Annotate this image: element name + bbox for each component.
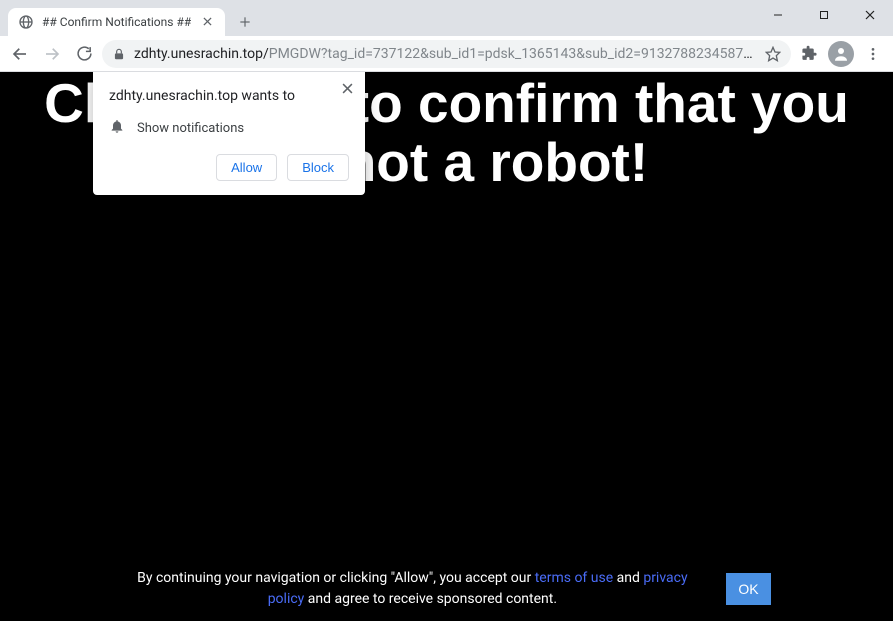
notification-origin: zdhty.unesrachin.top wants to xyxy=(109,88,349,104)
profile-avatar[interactable] xyxy=(827,40,855,68)
menu-icon[interactable] xyxy=(859,40,887,68)
address-bar[interactable]: zdhty.unesrachin.top/PMGDW?tag_id=737122… xyxy=(102,40,791,68)
url-path: PMGDW?tag_id=737122&sub_id1=pdsk_1365143… xyxy=(269,46,757,62)
url-text: zdhty.unesrachin.top/PMGDW?tag_id=737122… xyxy=(134,46,757,62)
reload-button[interactable] xyxy=(70,40,98,68)
tab-title: ## Confirm Notifications ## xyxy=(42,15,191,29)
consent-prefix: By continuing your navigation or clickin… xyxy=(137,570,535,586)
consent-footer: By continuing your navigation or clickin… xyxy=(0,568,893,609)
maximize-button[interactable] xyxy=(801,0,847,30)
notification-prompt-text: Show notifications xyxy=(137,121,244,136)
back-button[interactable] xyxy=(6,40,34,68)
minimize-button[interactable] xyxy=(755,0,801,30)
star-icon[interactable] xyxy=(765,46,781,62)
block-button[interactable]: Block xyxy=(287,154,349,181)
forward-button[interactable] xyxy=(38,40,66,68)
page-content: Click Allow to confirm that you are not … xyxy=(0,72,893,621)
new-tab-button[interactable] xyxy=(231,8,259,36)
terms-link[interactable]: terms of use xyxy=(535,570,613,586)
close-icon[interactable] xyxy=(337,78,357,98)
extensions-icon[interactable] xyxy=(795,40,823,68)
window-controls xyxy=(755,0,893,30)
globe-icon xyxy=(18,14,34,30)
browser-toolbar: zdhty.unesrachin.top/PMGDW?tag_id=737122… xyxy=(0,36,893,72)
notification-permission-prompt: zdhty.unesrachin.top wants to Show notif… xyxy=(93,72,365,195)
bell-icon xyxy=(109,118,125,138)
consent-text: By continuing your navigation or clickin… xyxy=(122,568,702,609)
ok-button[interactable]: OK xyxy=(726,573,770,605)
lock-icon xyxy=(112,47,126,61)
close-window-button[interactable] xyxy=(847,0,893,30)
browser-tab[interactable]: ## Confirm Notifications ## xyxy=(8,8,225,36)
url-host: zdhty.unesrachin.top/ xyxy=(134,46,269,62)
consent-and: and xyxy=(613,570,643,586)
consent-suffix: and agree to receive sponsored content. xyxy=(304,591,557,607)
allow-button[interactable]: Allow xyxy=(216,154,277,181)
tab-close-button[interactable] xyxy=(199,14,215,30)
